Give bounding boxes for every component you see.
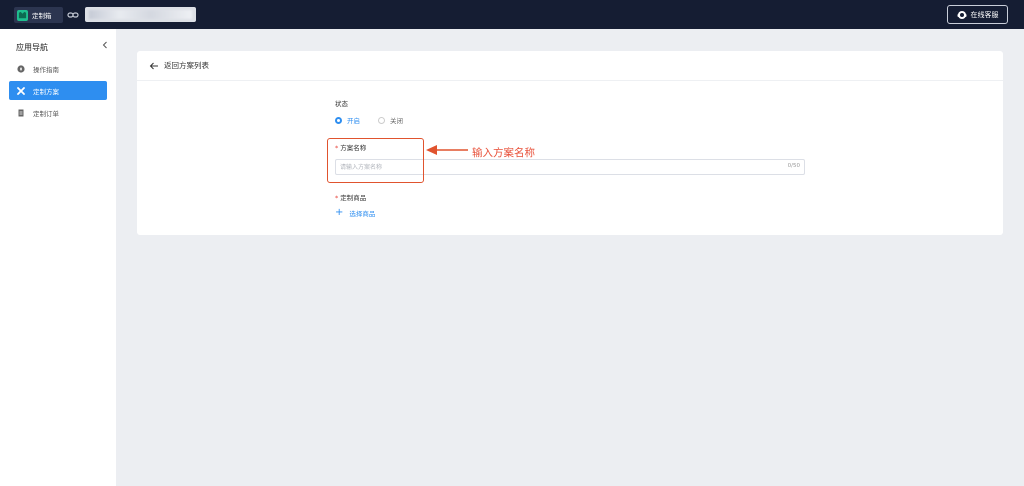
sidebar: 应用导航 操作指南 定制方案 定制订单 — [0, 29, 116, 486]
radio-checked-icon — [335, 116, 342, 124]
status-label: 状态 — [335, 100, 348, 108]
select-goods-label: 选择商品 — [349, 210, 376, 218]
online-service-button[interactable]: 在线客服 — [947, 5, 1008, 24]
back-link[interactable]: 返回方案列表 — [137, 51, 1003, 81]
sidebar-item-label: 操作指南 — [33, 65, 59, 74]
chevron-left-icon[interactable] — [101, 41, 109, 49]
status-option-on: 开启 — [347, 117, 360, 125]
status-radio-on[interactable]: 开启 — [335, 115, 360, 125]
annotation-highlight-box — [327, 138, 424, 183]
redacted-shop-name — [89, 10, 192, 19]
required-mark: * — [335, 194, 339, 202]
back-link-label: 返回方案列表 — [164, 61, 209, 70]
radio-unchecked-icon — [378, 116, 385, 124]
annotation-text: 输入方案名称 — [472, 147, 535, 159]
app-switcher[interactable]: 定制箱 — [14, 7, 63, 23]
compass-icon — [17, 64, 25, 73]
annotation-arrow-icon — [426, 145, 468, 155]
document-icon — [17, 109, 25, 117]
online-service-label: 在线客服 — [970, 10, 999, 19]
arrow-left-icon — [149, 62, 158, 69]
status-radio-off[interactable]: 关闭 — [378, 115, 403, 125]
status-option-off: 关闭 — [390, 117, 403, 125]
select-goods-button[interactable]: + 选择商品 — [335, 207, 376, 219]
app-logo-icon — [17, 9, 28, 21]
plus-icon: + — [335, 207, 344, 218]
headset-icon — [957, 10, 966, 19]
tools-icon — [17, 86, 25, 95]
sidebar-item-label: 定制订单 — [33, 109, 59, 118]
sidebar-title: 应用导航 — [16, 43, 48, 52]
link-icon[interactable] — [67, 9, 79, 21]
goods-label-text: 定制商品 — [340, 194, 367, 202]
sidebar-item-label: 定制方案 — [33, 87, 59, 96]
top-bar: 定制箱 在线客服 — [0, 0, 1024, 29]
sidebar-item-guide[interactable]: 操作指南 — [9, 59, 107, 78]
sidebar-item-plans[interactable]: 定制方案 — [9, 81, 107, 100]
goods-label: * 定制商品 — [335, 192, 366, 202]
char-counter: 0/50 — [787, 163, 800, 169]
shop-selector[interactable] — [85, 7, 196, 22]
plan-form-card: 返回方案列表 状态 开启 关闭 *方案名称 0/50 *定制商品 + 选择商品 — [137, 51, 1003, 235]
app-name: 定制箱 — [32, 12, 52, 20]
sidebar-item-orders[interactable]: 定制订单 — [9, 103, 107, 122]
